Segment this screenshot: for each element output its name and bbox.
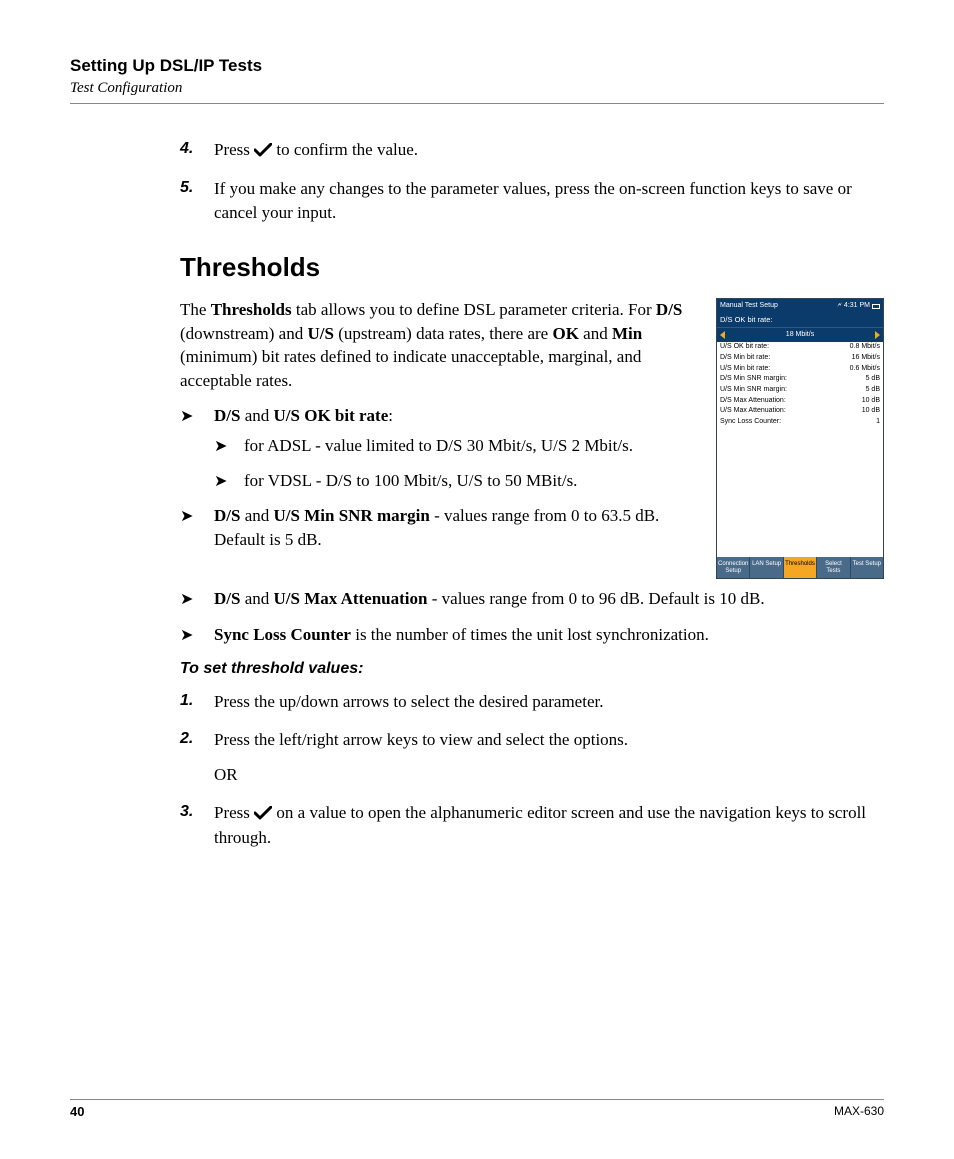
bullet-sync: Sync Loss Counter is the number of times…: [180, 623, 884, 646]
thresholds-heading: Thresholds: [180, 250, 884, 286]
page-number: 40: [70, 1104, 84, 1119]
step-text-pre: Press: [214, 803, 254, 822]
device-row-value: 5 dB: [866, 374, 880, 384]
device-row-value: 16 Mbit/s: [852, 353, 880, 363]
device-tab: Select Tests: [817, 557, 850, 578]
device-list-row: D/S Min SNR margin: 5 dB: [717, 374, 883, 385]
device-tab: LAN Setup: [750, 557, 783, 578]
device-row-value: 0.6 Mbit/s: [850, 364, 880, 374]
text: tab allows you to define DSL parameter c…: [292, 300, 656, 319]
step-number: 2.: [180, 728, 193, 750]
device-row-label: U/S Min bit rate:: [720, 364, 770, 374]
text: and: [240, 506, 273, 525]
step-number: 5.: [180, 177, 193, 199]
device-list-row: U/S Min bit rate: 0.6 Mbit/s: [717, 363, 883, 374]
sub-bullet: for VDSL - D/S to 100 Mbit/s, U/S to 50 …: [214, 469, 884, 492]
device-row-value: 0.8 Mbit/s: [850, 342, 880, 352]
bullet-snr: D/S and U/S Min SNR margin - values rang…: [180, 504, 884, 551]
step-text-pre: Press: [214, 140, 254, 159]
step-number: 4.: [180, 138, 193, 160]
step-text-post: to confirm the value.: [276, 140, 418, 159]
bullet-attenuation: D/S and U/S Max Attenuation - values ran…: [180, 587, 884, 610]
bold-text: U/S Min SNR margin: [274, 506, 430, 525]
step-2: 2. Press the left/right arrow keys to vi…: [180, 728, 884, 787]
step-4: 4. Press to confirm the value.: [180, 138, 884, 163]
battery-icon: [872, 304, 880, 309]
checkmark-icon: [254, 803, 272, 826]
text: (upstream) data rates, there are: [334, 324, 553, 343]
sub-bullet-list: for ADSL - value limited to D/S 30 Mbit/…: [214, 434, 884, 493]
bullet-bitrate: D/S and U/S OK bit rate: for ADSL - valu…: [180, 404, 884, 492]
text: :: [388, 406, 393, 425]
footer-divider: [70, 1099, 884, 1100]
step-3: 3. Press on a value to open the alphanum…: [180, 801, 884, 850]
battery-icon: 🗲: [837, 301, 842, 311]
device-screen-title: Manual Test Setup: [720, 301, 778, 311]
device-param-label: D/S OK bit rate:: [717, 313, 883, 327]
device-row-value: 5 dB: [866, 385, 880, 395]
bold-text: D/S: [214, 506, 240, 525]
step-text: Press the up/down arrows to select the d…: [214, 692, 603, 711]
step-text-post: on a value to open the alphanumeric edit…: [214, 803, 866, 847]
set-thresholds-subheading: To set threshold values:: [180, 658, 884, 680]
bold-text: OK: [552, 324, 578, 343]
page-footer: 40 MAX-630: [70, 1099, 884, 1119]
bold-text: Thresholds: [211, 300, 292, 319]
device-row-label: D/S Min SNR margin:: [720, 374, 787, 384]
bold-text: Min: [612, 324, 642, 343]
device-tab: Thresholds: [784, 557, 817, 578]
device-param-value: 18 Mbit/s: [786, 330, 814, 340]
text: and: [240, 406, 273, 425]
bottom-step-list: 1. Press the up/down arrows to select th…: [180, 690, 884, 849]
device-list-row: U/S OK bit rate: 0.8 Mbit/s: [717, 342, 883, 353]
chapter-title: Setting Up DSL/IP Tests: [70, 56, 884, 76]
section-title: Test Configuration: [70, 80, 884, 97]
checkmark-icon: [254, 140, 272, 163]
device-tab: Connection Setup: [717, 557, 750, 578]
step-number: 1.: [180, 690, 193, 712]
sub-bullet: for ADSL - value limited to D/S 30 Mbit/…: [214, 434, 884, 457]
device-row-label: U/S OK bit rate:: [720, 342, 769, 352]
device-param-selector: 18 Mbit/s: [717, 327, 883, 342]
step-text: If you make any changes to the parameter…: [214, 179, 852, 221]
device-list-row: D/S Min bit rate: 16 Mbit/s: [717, 353, 883, 364]
device-tab-bar: Connection SetupLAN SetupThresholdsSelec…: [717, 557, 883, 578]
device-row-label: D/S Min bit rate:: [720, 353, 770, 363]
device-statusbar: Manual Test Setup 🗲 4:31 PM: [717, 299, 883, 313]
bold-text: D/S: [656, 300, 682, 319]
model-name: MAX-630: [834, 1104, 884, 1119]
text: is the number of times the unit lost syn…: [351, 625, 709, 644]
text: - values range from 0 to 96 dB. Default …: [427, 589, 764, 608]
right-arrow-icon: [875, 331, 880, 339]
step-number: 3.: [180, 801, 193, 823]
bold-text: U/S OK bit rate: [274, 406, 389, 425]
text: The: [180, 300, 211, 319]
device-list-row: U/S Min SNR margin: 5 dB: [717, 385, 883, 396]
thresholds-bullet-list: D/S and U/S OK bit rate: for ADSL - valu…: [180, 404, 884, 646]
bold-text: D/S: [214, 589, 240, 608]
or-text: OR: [214, 763, 884, 786]
text: (downstream) and: [180, 324, 307, 343]
text: (minimum) bit rates defined to indicate …: [180, 347, 641, 389]
step-text: Press the left/right arrow keys to view …: [214, 730, 628, 749]
left-arrow-icon: [720, 331, 725, 339]
device-tab: Test Setup: [851, 557, 883, 578]
text: and: [240, 589, 273, 608]
bold-text: D/S: [214, 406, 240, 425]
bold-text: U/S: [307, 324, 333, 343]
main-content: 4. Press to confirm the value. 5. If you…: [180, 138, 884, 850]
device-time: 4:31 PM: [844, 301, 870, 311]
top-step-list: 4. Press to confirm the value. 5. If you…: [180, 138, 884, 224]
bold-text: U/S Max Attenuation: [274, 589, 428, 608]
bold-text: Sync Loss Counter: [214, 625, 351, 644]
text: and: [579, 324, 612, 343]
header-divider: [70, 103, 884, 104]
step-5: 5. If you make any changes to the parame…: [180, 177, 884, 224]
step-1: 1. Press the up/down arrows to select th…: [180, 690, 884, 713]
device-row-label: U/S Min SNR margin:: [720, 385, 787, 395]
